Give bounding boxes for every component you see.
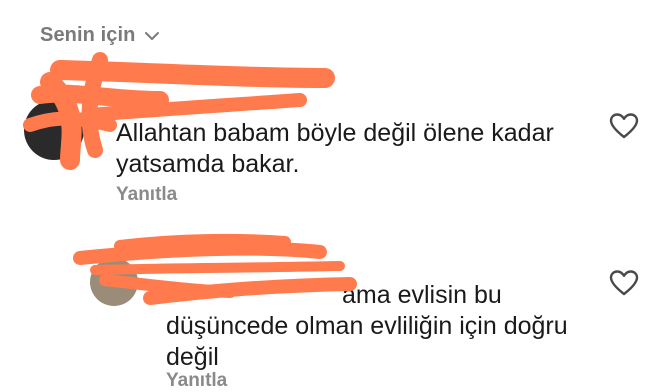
like-button[interactable] xyxy=(609,112,639,140)
comment-text: Allahtan babam böyle değil ölene kadar y… xyxy=(116,119,554,178)
avatar[interactable] xyxy=(90,258,138,306)
like-button[interactable] xyxy=(609,269,639,297)
comment-item: Allahtan babam böyle değil ölene kadar y… xyxy=(0,58,672,218)
sort-label: Senin için xyxy=(40,24,136,46)
reply-button[interactable]: Yanıtla xyxy=(116,184,177,206)
heart-outline-icon xyxy=(609,270,639,296)
comment-text-body: ama evlisin bu düşüncede olman evliliğin… xyxy=(166,281,568,371)
heart-outline-icon xyxy=(609,113,639,139)
chevron-down-icon xyxy=(143,27,161,45)
comment-text: ama evlisin bu düşüncede olman evliliğin… xyxy=(166,280,596,373)
reply-button[interactable]: Yanıtla xyxy=(166,370,227,392)
reply-comment-item: ama evlisin bu düşüncede olman evliliğin… xyxy=(0,228,672,391)
avatar[interactable] xyxy=(24,100,84,160)
comment-sort-dropdown[interactable]: Senin için xyxy=(40,24,161,47)
